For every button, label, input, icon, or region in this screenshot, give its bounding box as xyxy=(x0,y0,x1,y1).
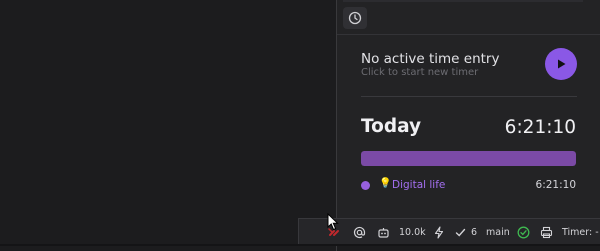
stack-icon xyxy=(540,226,553,238)
today-progress-fill xyxy=(361,151,576,166)
mouse-cursor-icon xyxy=(327,213,339,231)
play-icon xyxy=(558,59,566,69)
today-total-time: 6:21:10 xyxy=(504,117,576,138)
branch-name[interactable]: main xyxy=(486,225,510,239)
project-name[interactable]: Digital life xyxy=(392,179,445,191)
project-duration: 6:21:10 xyxy=(535,179,576,191)
mention-icon[interactable] xyxy=(353,225,366,239)
clock-icon xyxy=(348,11,362,25)
lightbulb-icon: 💡 xyxy=(379,178,392,189)
checks-status[interactable]: 6 xyxy=(455,225,477,239)
panel-top-edge xyxy=(343,0,583,2)
ok-status-icon[interactable] xyxy=(517,225,530,239)
start-timer-button[interactable] xyxy=(545,48,577,80)
count-label[interactable]: 10.0k xyxy=(399,225,426,239)
today-progress-bar xyxy=(361,151,576,166)
project-row[interactable]: 💡 Digital life 6:21:10 xyxy=(361,178,576,193)
header-divider xyxy=(337,34,600,35)
robot-icon xyxy=(378,227,389,238)
time-tracker-panel: No active time entry Click to start new … xyxy=(337,0,600,218)
editor-empty-area xyxy=(0,0,336,251)
printer-icon[interactable] xyxy=(540,225,553,239)
today-heading: Today xyxy=(361,116,422,137)
at-sign-icon xyxy=(353,226,366,238)
project-color-dot xyxy=(361,181,370,190)
lightning-icon[interactable] xyxy=(433,225,445,239)
bot-icon[interactable] xyxy=(377,225,390,239)
bottom-edge xyxy=(0,244,600,246)
start-timer-hint[interactable]: Click to start new timer xyxy=(361,67,478,78)
bolt-icon xyxy=(434,225,444,239)
check-count: 6 xyxy=(471,226,478,238)
no-active-entry-title[interactable]: No active time entry xyxy=(361,51,499,67)
section-divider xyxy=(361,96,577,97)
history-clock-button[interactable] xyxy=(343,7,367,29)
timer-status[interactable]: Timer: - xyxy=(562,225,599,239)
check-icon xyxy=(455,228,466,237)
status-bar: 10.0k 6 main Timer: - xyxy=(298,218,600,245)
check-circle-icon xyxy=(517,226,530,238)
